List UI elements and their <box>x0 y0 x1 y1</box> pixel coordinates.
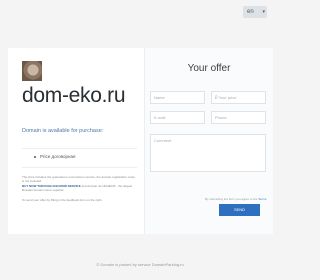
price-note: The price includes the guarantee's commi… <box>22 175 135 183</box>
availability-text: Domain is available for purchase: <box>22 128 104 134</box>
escrow-note: BUY NOW THROUGH ESCROW SERVICE and domai… <box>22 184 137 192</box>
footer-text: © Domain is parked by service DomainPark… <box>96 262 184 267</box>
domain-info-panel: dom-eko.ru Domain is available for purch… <box>8 48 144 234</box>
send-button[interactable]: SEND <box>219 204 260 216</box>
language-select[interactable]: en ▾ <box>243 6 267 18</box>
terms-prefix: By submitting the form you agree to the <box>205 197 258 201</box>
comment-textarea[interactable]: Comment <box>150 134 266 172</box>
phone-input[interactable]: Phone <box>211 111 266 124</box>
price-row: Price договорная <box>22 148 137 168</box>
domain-name: dom-eko.ru <box>22 84 126 107</box>
bullet-icon <box>34 156 36 158</box>
terms-link[interactable]: Terms <box>258 197 266 201</box>
price-input[interactable]: ₽ Your price <box>211 91 266 104</box>
price-label: Price договорная <box>40 154 76 159</box>
language-label: en <box>247 9 254 15</box>
main-card: dom-eko.ru Domain is available for purch… <box>8 48 273 234</box>
chevron-down-icon: ▾ <box>262 9 265 15</box>
terms-text: By submitting the form you agree to the … <box>205 197 266 201</box>
offer-title: Your offer <box>187 63 231 74</box>
offer-form: Your offer Name ₽ Your price E-mail Phon… <box>144 48 273 234</box>
name-input[interactable]: Name <box>150 91 205 104</box>
email-input[interactable]: E-mail <box>150 111 205 124</box>
domain-thumbnail <box>22 61 42 81</box>
offer-note: To send your offer by filling in the fee… <box>22 198 103 202</box>
